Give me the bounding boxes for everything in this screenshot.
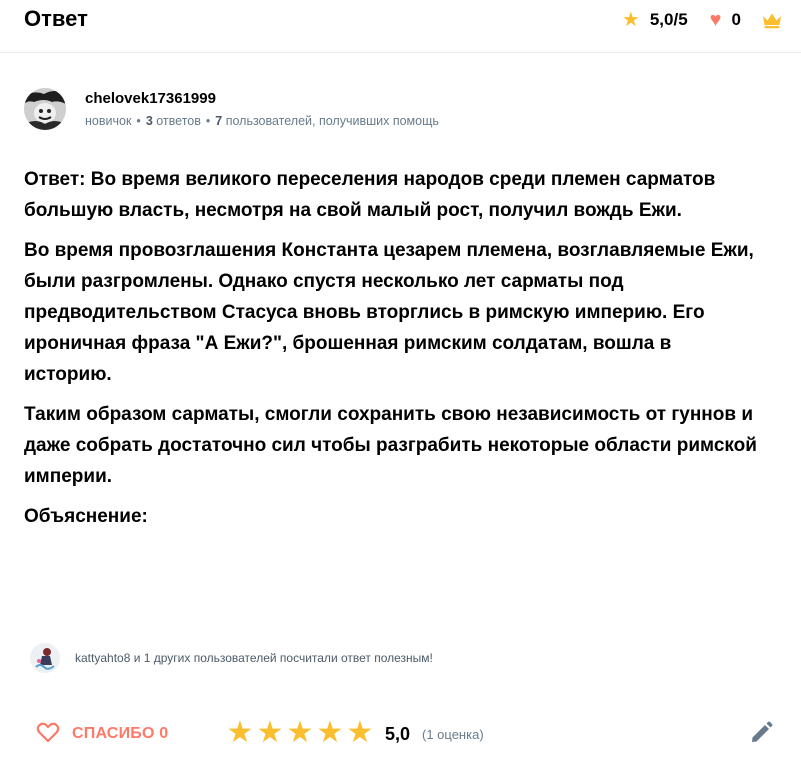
star-icon[interactable]: ★ [316,718,344,748]
answer-paragraph: Ответ: Во время великого переселения нар… [24,169,716,221]
helpful-text: kattyahto8 и 1 других пользователей посч… [75,651,433,665]
thanks-button[interactable]: СПАСИБО 0 [36,720,168,748]
author-helped-count: 7 [215,114,223,128]
helpful-notice: kattyahto8 и 1 других пользователей посч… [30,642,730,674]
star-icon[interactable]: ★ [256,718,284,748]
author-avatar[interactable] [24,88,66,130]
rating-value: 5,0 [385,724,411,744]
star-icon[interactable]: ★ [346,718,374,748]
header-rating: 5,0/5 [649,10,688,29]
header-title: Ответ [24,6,88,31]
answer-paragraph: Таким образом сарматы, смогли сохранить … [24,404,757,487]
author-answers-label: ответов [156,114,201,128]
separator-dot: • [205,114,211,128]
author-rank: новичок [85,114,132,128]
separator-dot: • [136,114,141,128]
header-stats: ★ 5,0/5 ♥ 0 [622,8,783,32]
thanks-label: СПАСИБО 0 [72,725,169,742]
helper-avatar[interactable] [30,643,60,673]
answer-text: Ответ: Во время великого переселения нар… [24,164,764,541]
star-icon[interactable]: ★ [286,718,314,748]
answer-header: Ответ ★ 5,0/5 ♥ 0 [0,0,801,53]
answer-author: chelovek17361999 новичок • 3 ответов • 7 пол… [24,88,724,132]
answer-paragraph: Объяснение: [24,506,148,527]
rating-count: (1 оценка) [422,727,484,742]
header-likes-count: 0 [731,10,741,29]
pencil-icon[interactable] [748,720,774,746]
rating-stars[interactable]: ★ ★ ★ ★ ★ [226,718,374,748]
answer-footer: СПАСИБО 0 ★ ★ ★ ★ ★ 5,0 (1 оценка) [24,714,784,754]
author-meta: новичок • 3 ответов • 7 пользователей, получ… [85,114,439,128]
author-answers-count: 3 [145,114,153,128]
author-helped-label: пользователей, получивших помощь [225,114,439,128]
heart-outline-icon [36,721,60,748]
heart-icon: ♥ [709,9,722,31]
star-icon[interactable]: ★ [226,718,254,748]
author-name[interactable]: chelovek17361999 [85,90,216,107]
crown-icon [761,11,783,29]
star-icon: ★ [621,9,640,31]
answer-paragraph: Во время провозглашения Константа цезаре… [24,240,754,385]
